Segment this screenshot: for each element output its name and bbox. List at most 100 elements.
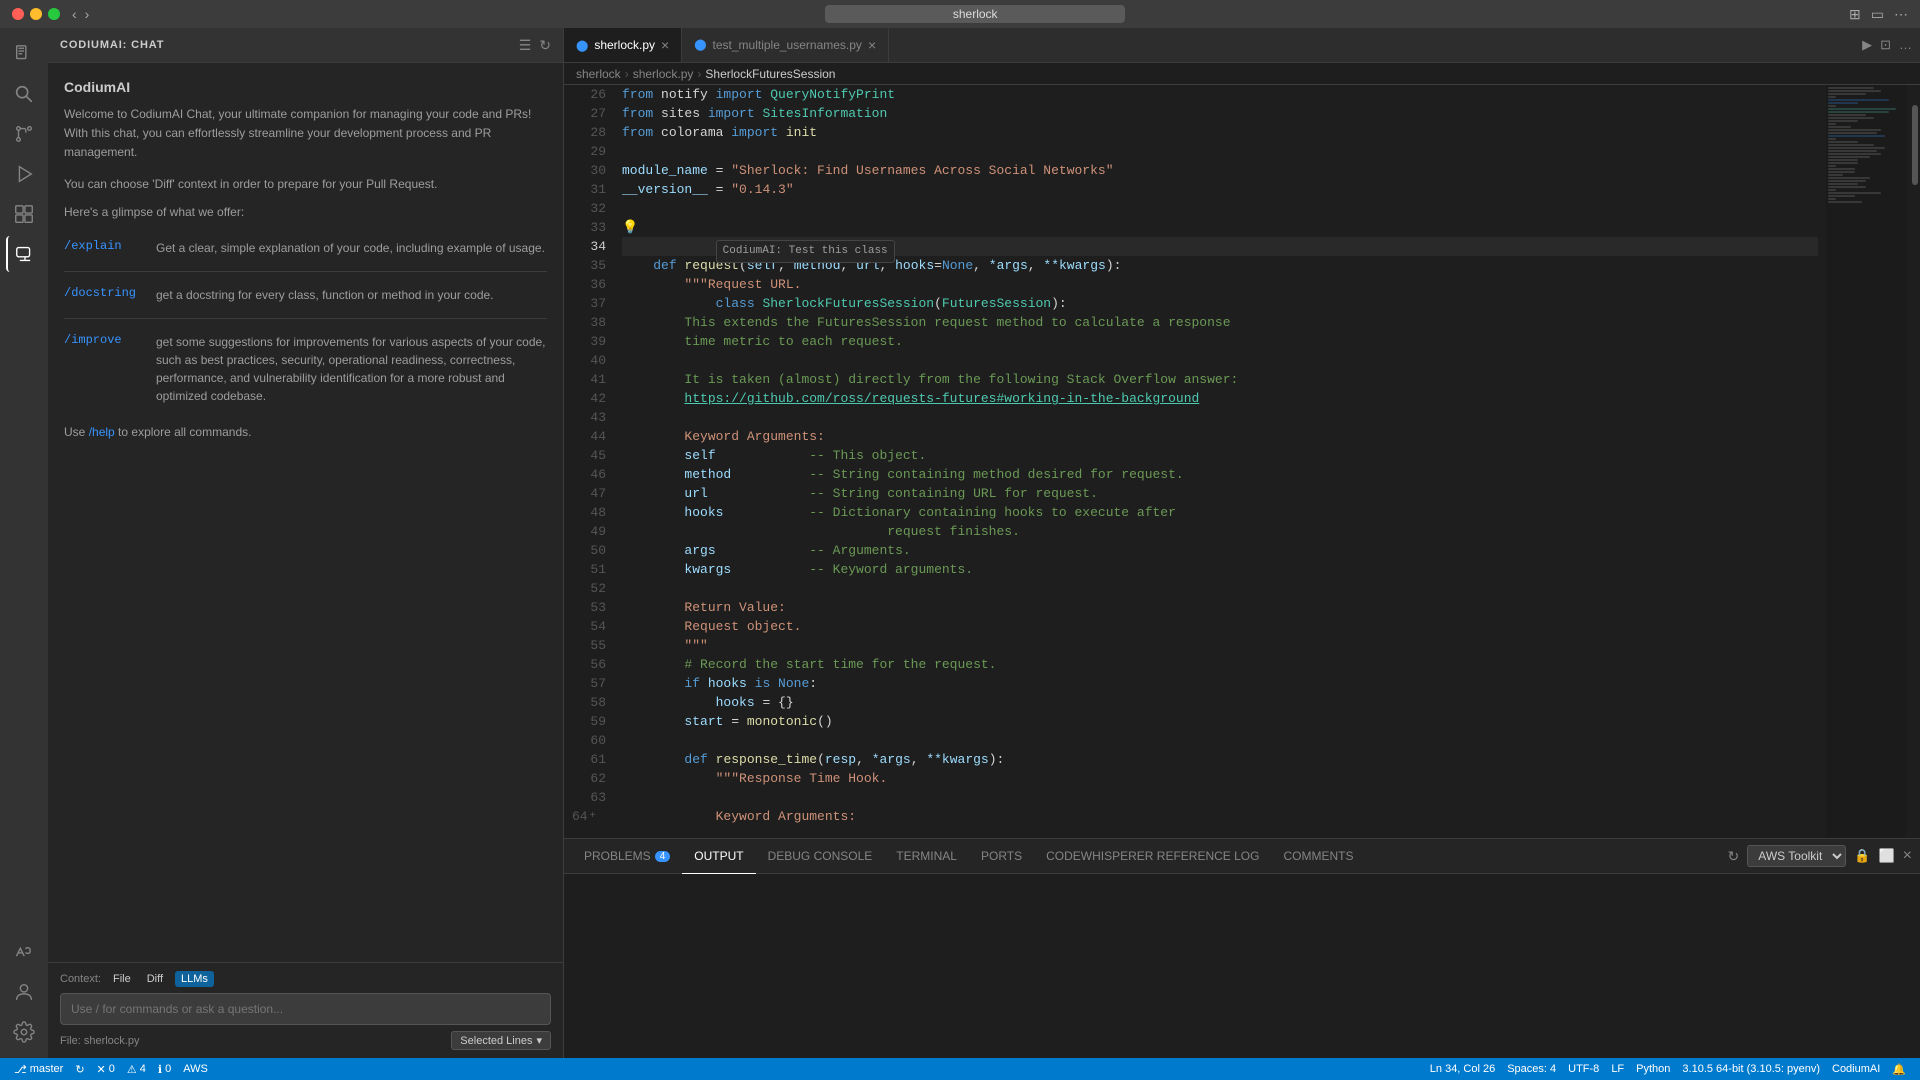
status-bar: ⎇ master ↻ ✕ 0 ⚠ 4 ℹ 0 AWS Ln 34, Col 26… xyxy=(0,1058,1920,1080)
title-icons: ⊞ ▭ ⋯ xyxy=(1849,6,1908,23)
breadcrumb-root[interactable]: sherlock xyxy=(576,67,621,81)
more-icon[interactable]: ⋯ xyxy=(1894,6,1908,23)
search-bar[interactable]: sherlock xyxy=(825,5,1125,23)
settings-icon[interactable] xyxy=(6,1014,42,1050)
aws-icon[interactable] xyxy=(6,934,42,970)
panel-lock-icon[interactable]: 🔒 xyxy=(1854,848,1870,864)
bell-status[interactable]: 🔔 xyxy=(1886,1058,1912,1080)
line-num-26: 26 xyxy=(572,85,606,104)
errors-status[interactable]: ✕ 0 xyxy=(91,1058,121,1080)
aws-toolkit-select[interactable]: AWS Toolkit xyxy=(1747,845,1846,867)
command-docstring-name[interactable]: /docstring xyxy=(64,286,144,300)
diff-context-button[interactable]: Diff xyxy=(143,971,167,987)
panel-tab-debug[interactable]: DEBUG CONSOLE xyxy=(756,839,885,874)
command-explain-name[interactable]: /explain xyxy=(64,239,144,253)
code-area[interactable]: from notify import QueryNotifyPrint from… xyxy=(614,85,1826,838)
codewhisperer-label: CODEWHISPERER REFERENCE LOG xyxy=(1046,849,1259,863)
panel-tab-codewhisperer[interactable]: CODEWHISPERER REFERENCE LOG xyxy=(1034,839,1271,874)
line-num-45: 45 xyxy=(572,446,606,465)
encoding-status[interactable]: UTF-8 xyxy=(1562,1058,1605,1080)
close-button[interactable] xyxy=(12,8,24,20)
tab-test-multiple[interactable]: ⬤ test_multiple_usernames.py × xyxy=(682,28,889,62)
extensions-icon[interactable] xyxy=(6,196,42,232)
info-status[interactable]: ℹ 0 xyxy=(152,1058,177,1080)
scrollbar-thumb[interactable] xyxy=(1912,105,1918,185)
maximize-button[interactable] xyxy=(48,8,60,20)
file-context-button[interactable]: File xyxy=(109,971,135,987)
more-actions-icon[interactable]: … xyxy=(1899,37,1912,53)
source-control-icon[interactable] xyxy=(6,116,42,152)
code-line-58: hooks = {} xyxy=(622,693,1818,712)
panel-maximize-icon[interactable]: ⬜ xyxy=(1878,848,1894,864)
account-icon[interactable] xyxy=(6,974,42,1010)
panel-actions: ☰ ↻ xyxy=(519,37,551,54)
code-line-53: Return Value: xyxy=(622,598,1818,617)
chat-glimpse-text: Here's a glimpse of what we offer: xyxy=(64,205,547,219)
panel-tab-terminal[interactable]: TERMINAL xyxy=(884,839,969,874)
tab-close-sherlock[interactable]: × xyxy=(661,38,669,52)
selected-lines-button[interactable]: Selected Lines ▾ xyxy=(451,1031,551,1050)
problems-badge: 4 xyxy=(655,851,671,862)
warning-icon: ⚠ xyxy=(127,1063,137,1076)
help-link[interactable]: /help xyxy=(89,425,115,439)
command-docstring: /docstring get a docstring for every cla… xyxy=(64,280,547,310)
line-col-status[interactable]: Ln 34, Col 26 xyxy=(1424,1058,1501,1080)
panel-close-icon[interactable]: × xyxy=(1903,847,1912,865)
line-ending-status[interactable]: LF xyxy=(1605,1058,1630,1080)
panel-tab-ports[interactable]: PORTS xyxy=(969,839,1034,874)
aws-status[interactable]: AWS xyxy=(177,1058,214,1080)
codiumai-icon[interactable] xyxy=(6,236,42,272)
search-icon[interactable] xyxy=(6,76,42,112)
comments-label: COMMENTS xyxy=(1283,849,1353,863)
right-scrollbar[interactable] xyxy=(1906,85,1920,838)
panel-tab-problems[interactable]: PROBLEMS 4 xyxy=(572,839,682,874)
explorer-icon[interactable] xyxy=(6,36,42,72)
split-editor-icon[interactable]: ⊡ xyxy=(1880,37,1891,53)
chat-input[interactable] xyxy=(60,993,551,1025)
code-line-60 xyxy=(622,731,1818,750)
warnings-status[interactable]: ⚠ 4 xyxy=(121,1058,152,1080)
run-debug-icon[interactable] xyxy=(6,156,42,192)
title-bar: ‹ › sherlock ⊞ ▭ ⋯ xyxy=(0,0,1920,28)
panel-tab-output[interactable]: OUTPUT xyxy=(682,839,755,874)
selected-lines-label: Selected Lines xyxy=(460,1035,532,1047)
codiumai-text: CodiumAI xyxy=(1832,1063,1880,1075)
line-num-60: 60 xyxy=(572,731,606,750)
nav-back-button[interactable]: ‹ xyxy=(72,6,77,22)
panel-menu-icon[interactable]: ☰ xyxy=(519,37,532,54)
breadcrumb-symbol[interactable]: SherlockFuturesSession xyxy=(705,67,835,81)
line-num-49: 49 xyxy=(572,522,606,541)
spaces-status[interactable]: Spaces: 4 xyxy=(1501,1058,1562,1080)
python-version-status[interactable]: 3.10.5 64-bit (3.10.5: pyenv) xyxy=(1676,1058,1826,1080)
tab-actions: ▶ ⊡ … xyxy=(1854,37,1920,53)
codiumai-status[interactable]: CodiumAI xyxy=(1826,1058,1886,1080)
breadcrumb-file[interactable]: sherlock.py xyxy=(633,67,694,81)
run-icon[interactable]: ▶ xyxy=(1862,37,1872,53)
llms-context-button[interactable]: LLMs xyxy=(175,971,214,987)
panel-refresh-icon[interactable]: ↻ xyxy=(539,37,551,54)
nav-forward-button[interactable]: › xyxy=(85,6,90,22)
sync-status[interactable]: ↻ xyxy=(69,1058,90,1080)
language-status[interactable]: Python xyxy=(1630,1058,1676,1080)
line-num-33: 33 xyxy=(572,218,606,237)
language-text: Python xyxy=(1636,1063,1670,1075)
tab-close-test[interactable]: × xyxy=(868,38,876,52)
error-icon: ✕ xyxy=(97,1063,106,1076)
code-line-54: Request object. xyxy=(622,617,1818,636)
chat-header-name: CodiumAI xyxy=(64,79,547,95)
minimize-button[interactable] xyxy=(30,8,42,20)
problems-label: PROBLEMS xyxy=(584,849,651,863)
refresh-output-icon[interactable]: ↻ xyxy=(1728,848,1740,865)
code-line-34: CodiumAI: Test this class class Sherlock… xyxy=(622,237,1818,256)
command-improve-name[interactable]: /improve xyxy=(64,333,144,347)
code-line-44: Keyword Arguments: xyxy=(622,427,1818,446)
split-editor-icon[interactable]: ⊞ xyxy=(1849,6,1861,23)
panel-tabs: PROBLEMS 4 OUTPUT DEBUG CONSOLE TERMINAL… xyxy=(564,839,1920,874)
encoding-text: UTF-8 xyxy=(1568,1063,1599,1075)
layout-icon[interactable]: ▭ xyxy=(1871,6,1884,23)
tab-sherlock-py[interactable]: ⬤ sherlock.py × xyxy=(564,28,682,62)
branch-status[interactable]: ⎇ master xyxy=(8,1058,69,1080)
code-line-52 xyxy=(622,579,1818,598)
panel-tab-comments[interactable]: COMMENTS xyxy=(1271,839,1365,874)
code-line-62: """Response Time Hook. xyxy=(622,769,1818,788)
